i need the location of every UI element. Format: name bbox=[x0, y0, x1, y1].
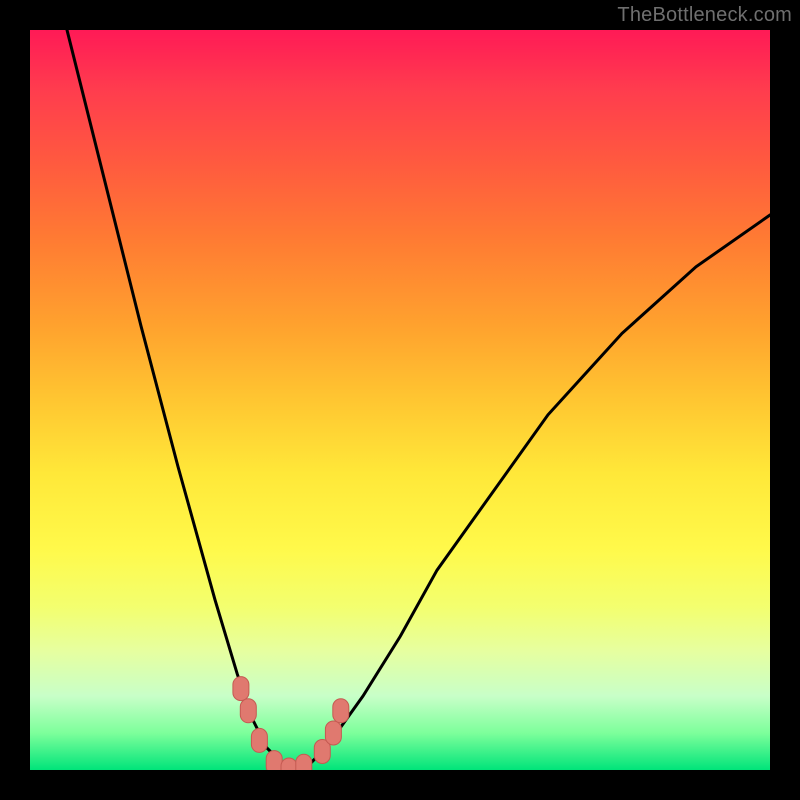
marker-point bbox=[233, 677, 249, 701]
marker-point bbox=[296, 754, 312, 770]
marker-point bbox=[251, 728, 267, 752]
marker-group bbox=[233, 677, 349, 770]
marker-point bbox=[333, 699, 349, 723]
watermark-text: TheBottleneck.com bbox=[617, 4, 792, 27]
curve-svg bbox=[30, 30, 770, 770]
marker-point bbox=[266, 751, 282, 770]
chart-frame: TheBottleneck.com bbox=[0, 0, 800, 800]
bottleneck-curve bbox=[67, 30, 770, 770]
gradient-plot-area bbox=[30, 30, 770, 770]
marker-point bbox=[281, 758, 297, 770]
marker-point bbox=[240, 699, 256, 723]
marker-point bbox=[325, 721, 341, 745]
